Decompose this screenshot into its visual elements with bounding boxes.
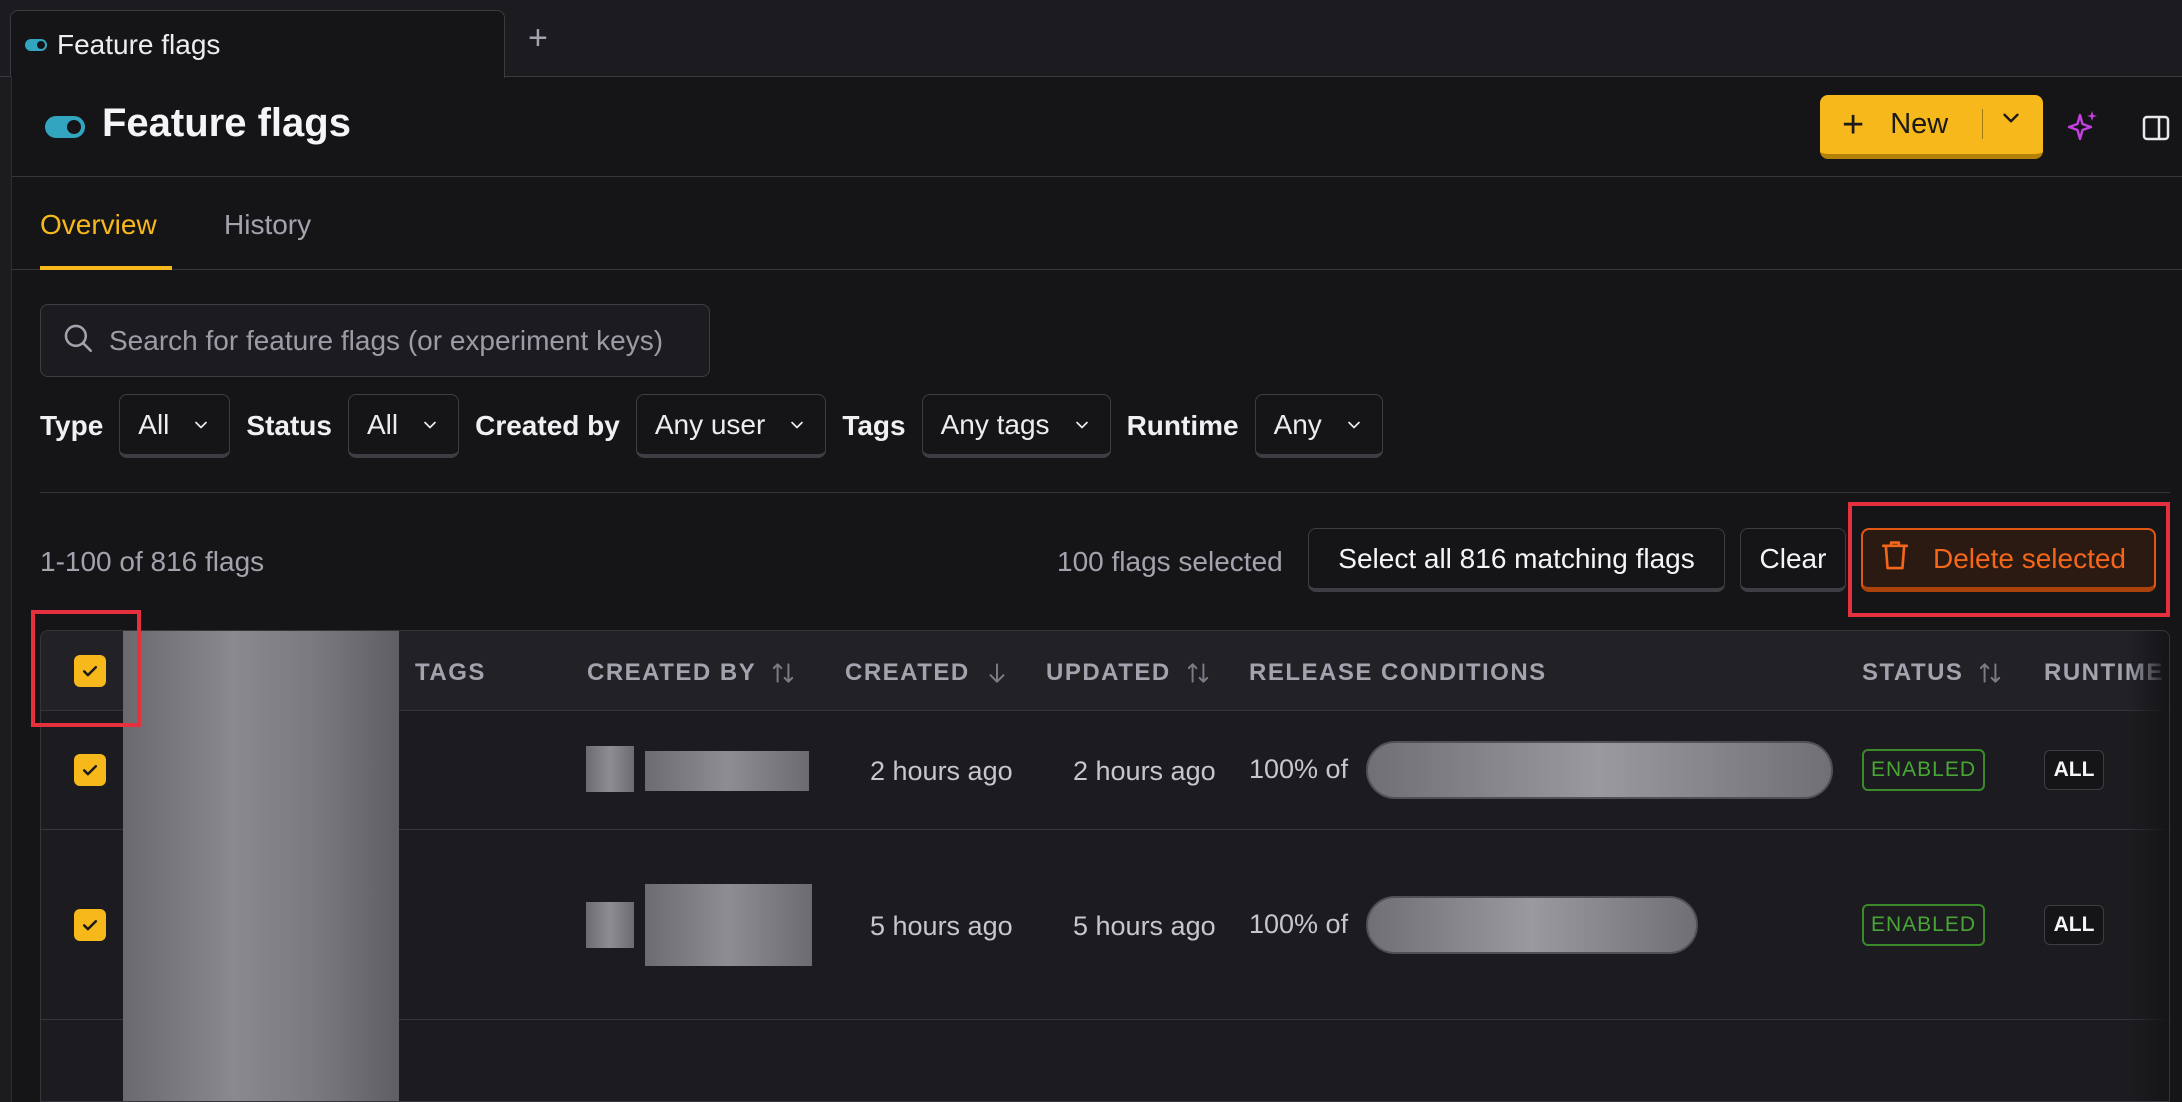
table-row[interactable] [41, 1020, 2169, 1101]
toggle-icon [25, 38, 47, 51]
chevron-down-icon[interactable] [1998, 105, 2024, 136]
side-panel-icon[interactable] [2142, 115, 2170, 146]
arrow-down-icon [989, 663, 1005, 683]
column-header-created-by-label: CREATED BY [587, 659, 757, 686]
redacted-flag-key[interactable] [123, 830, 399, 1020]
page-title: Feature flags [102, 101, 351, 145]
chevron-down-icon [1075, 421, 1088, 428]
status-filter-select[interactable]: All [347, 394, 460, 458]
redacted-flag-key[interactable] [123, 1020, 399, 1101]
sort-icon [1187, 663, 1208, 683]
release-condition-text: 100% of [1249, 909, 1349, 939]
checkmark-icon [82, 765, 98, 776]
tags-filter-value: Any tags [940, 408, 1050, 440]
button-separator [1982, 109, 1983, 139]
new-flag-button[interactable]: + New [1820, 95, 2043, 159]
status-badge: ENABLED [1862, 749, 1985, 791]
chevron-down-icon [791, 421, 804, 428]
updated-time: 5 hours ago [1073, 911, 1216, 941]
browser-tab-bar: Feature flags + [0, 0, 2182, 78]
redacted-user-name [645, 751, 809, 791]
browser-tab-label: Feature flags [57, 28, 221, 60]
redacted-flag-key[interactable] [123, 711, 399, 830]
chevron-down-icon [195, 421, 208, 428]
column-header-status[interactable]: STATUS [1862, 659, 2003, 687]
chevron-down-icon [424, 421, 436, 428]
highlight-box-delete [1848, 502, 2170, 617]
search-input[interactable] [109, 324, 669, 357]
status-filter-value: All [366, 408, 399, 440]
filter-label-runtime: Runtime [1126, 410, 1239, 441]
filter-label-type: Type [40, 410, 104, 441]
created-by-filter-select[interactable]: Any user [635, 394, 827, 458]
column-header-status-label: STATUS [1862, 659, 1964, 686]
column-header-updated-label: UPDATED [1046, 659, 1171, 686]
redacted-user-name [645, 884, 812, 966]
status-badge: ENABLED [1862, 904, 1985, 946]
type-filter-value: All [138, 408, 170, 440]
redacted-avatar [586, 746, 634, 792]
redacted-column-header [123, 631, 399, 711]
search-icon [61, 321, 95, 360]
column-header-release-conditions: RELEASE CONDITIONS [1249, 659, 1547, 686]
created-by-filter-value: Any user [654, 408, 766, 440]
left-sidebar-edge [0, 77, 12, 1102]
column-header-created-label: CREATED [845, 659, 970, 686]
tags-filter-select[interactable]: Any tags [921, 394, 1111, 458]
new-button-label: New [1890, 108, 1949, 140]
runtime-filter-value: Any [1273, 408, 1322, 440]
highlight-box-select-all [31, 610, 141, 727]
filter-label-tags: Tags [842, 410, 906, 441]
filter-label-created-by: Created by [475, 410, 620, 441]
column-header-tags: TAGS [415, 659, 486, 686]
browser-tab-feature-flags[interactable]: Feature flags [10, 10, 505, 78]
redacted-release-condition [1366, 741, 1833, 799]
plus-icon: + [1842, 103, 1865, 146]
table-header: TAGS CREATED BY CREATED UPDATED RELEASE … [41, 631, 2169, 711]
column-header-created[interactable]: CREATED [845, 659, 1010, 687]
type-filter-select[interactable]: All [119, 394, 231, 458]
results-count: 1-100 of 816 flags [40, 546, 265, 577]
redacted-avatar [586, 902, 634, 948]
table-row[interactable]: 2 hours ago 2 hours ago 100% of ENABLED … [41, 711, 2169, 830]
clear-selection-button[interactable]: Clear [1740, 528, 1846, 592]
runtime-badge: ALL [2044, 905, 2104, 945]
chevron-down-icon [1347, 421, 1360, 428]
filter-bar: Type All Status All Created by Any user … [40, 393, 1399, 459]
new-tab-button[interactable]: + [528, 18, 548, 58]
column-header-updated[interactable]: UPDATED [1046, 659, 1211, 687]
feature-flag-toggle-icon [45, 116, 85, 138]
release-condition-text: 100% of [1249, 754, 1349, 784]
sort-icon [773, 663, 794, 683]
sort-icon [1980, 663, 2001, 683]
active-tab-indicator [40, 266, 172, 270]
runtime-filter-select[interactable]: Any [1254, 394, 1383, 458]
checkmark-icon [82, 920, 98, 931]
row-checkbox[interactable] [74, 754, 106, 786]
created-time: 5 hours ago [870, 911, 1013, 941]
column-header-created-by[interactable]: CREATED BY [587, 659, 796, 687]
updated-time: 2 hours ago [1073, 756, 1216, 786]
row-checkbox[interactable] [74, 909, 106, 941]
tab-overview[interactable]: Overview [40, 209, 157, 241]
selection-count: 100 flags selected [1057, 546, 1283, 577]
table-scroll-fade [2129, 631, 2169, 1101]
page-tabs: Overview History [12, 177, 2182, 270]
table-row[interactable]: 5 hours ago 5 hours ago 100% of ENABLED … [41, 830, 2169, 1020]
select-all-matching-button[interactable]: Select all 816 matching flags [1308, 528, 1725, 592]
search-field[interactable] [40, 304, 710, 377]
feature-flags-table: TAGS CREATED BY CREATED UPDATED RELEASE … [40, 630, 2170, 1102]
filter-divider [40, 492, 2170, 493]
redacted-release-condition [1366, 896, 1698, 954]
page-header: Feature flags + New [12, 77, 2182, 177]
sparkles-icon[interactable] [2067, 109, 2099, 150]
runtime-badge: ALL [2044, 750, 2104, 790]
filter-label-status: Status [246, 410, 332, 441]
tab-history[interactable]: History [224, 209, 311, 241]
created-time: 2 hours ago [870, 756, 1013, 786]
